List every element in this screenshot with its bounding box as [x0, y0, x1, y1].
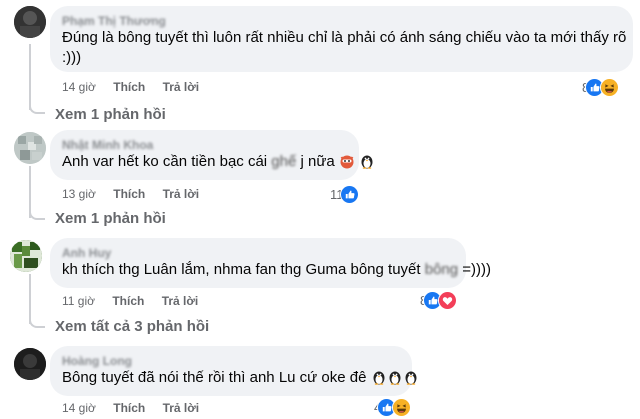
reply-button[interactable]: Trả lời	[163, 187, 200, 201]
reaction-summary[interactable]: 11	[330, 185, 359, 204]
reaction-summary[interactable]: 8	[582, 78, 620, 97]
like-button[interactable]: Thích	[113, 187, 145, 201]
comment-text-part: Anh var hết ko cần tiền bạc cái	[62, 153, 268, 170]
comment-author[interactable]: Phạm Thị Thương	[62, 14, 621, 28]
penguin-emoji-icon	[403, 369, 419, 391]
like-button[interactable]: Thích	[113, 80, 145, 94]
penguin-emoji-icon	[387, 369, 403, 391]
reply-thread-elbow	[29, 312, 45, 328]
devil-mask-emoji-icon	[339, 153, 355, 175]
comment-bubble: Hoàng Long Bông tuyết đã nói thế rồi thì…	[50, 346, 417, 396]
avatar[interactable]	[14, 6, 46, 38]
view-replies-link[interactable]: Xem tất cả 3 phản hồi	[55, 318, 209, 335]
love-reaction-icon	[438, 291, 458, 310]
reply-button[interactable]: Trả lời	[163, 401, 200, 415]
reply-button[interactable]: Trả lời	[162, 294, 199, 308]
view-replies-link[interactable]: Xem 1 phản hồi	[55, 210, 166, 227]
comment-time[interactable]: 13 giờ	[62, 187, 96, 201]
comment-author[interactable]: Hoàng Long	[62, 354, 400, 368]
reply-thread-elbow	[29, 206, 45, 220]
view-replies-link[interactable]: Xem 1 phản hồi	[55, 106, 166, 123]
comment-meta: 11 giờ Thích Trả lời	[62, 294, 212, 308]
comment-time[interactable]: 14 giờ	[62, 401, 96, 415]
comment-meta: 14 giờ Thích Trả lời	[62, 80, 213, 94]
comment-time[interactable]: 14 giờ	[62, 80, 96, 94]
comment-bubble: Nhật Minh Khoa Anh var hết ko cần tiền b…	[50, 130, 373, 180]
haha-reaction-icon	[392, 398, 412, 417]
like-reaction-icon	[339, 185, 359, 204]
comment-text: Anh var hết ko cần tiền bạc cái ghế j nữ…	[62, 152, 373, 175]
comment-meta: 14 giờ Thích Trả lời	[62, 401, 213, 415]
comment-time[interactable]: 11 giờ	[62, 294, 95, 308]
comment-text: Đúng là bông tuyết thì luôn rất nhiều ch…	[62, 29, 627, 46]
comment-text-part: =))))	[462, 261, 492, 278]
comment-meta: 13 giờ Thích Trả lời	[62, 187, 213, 201]
censored-text: bông	[424, 261, 459, 278]
reaction-summary[interactable]: 4	[374, 398, 412, 417]
penguin-emoji-icon	[371, 369, 387, 391]
reply-button[interactable]: Trả lời	[163, 80, 200, 94]
censored-text: ghế	[271, 153, 297, 170]
reaction-summary[interactable]: 8	[420, 291, 458, 310]
comment-author[interactable]: Anh Huy	[62, 246, 454, 260]
avatar[interactable]	[14, 348, 46, 380]
comment-text: Bông tuyết đã nói thế rồi thì anh Lu cứ …	[62, 368, 417, 391]
haha-reaction-icon	[600, 78, 620, 97]
avatar[interactable]	[10, 240, 42, 272]
avatar[interactable]	[14, 132, 46, 164]
comment-bubble: Anh Huy kh thích thg Luân lắm, nhma fan …	[50, 238, 491, 288]
comment-text: kh thích thg Luân lắm, nhma fan thg Guma…	[62, 260, 491, 280]
comment-text-line2: :)))	[62, 49, 82, 66]
comment-text-part: Bông tuyết đã nói thế rồi thì anh Lu cứ …	[62, 369, 367, 386]
comment-text-part: kh thích thg Luân lắm, nhma fan thg Guma…	[62, 261, 421, 278]
reply-thread-elbow	[29, 100, 45, 114]
like-button[interactable]: Thích	[113, 401, 145, 415]
comment-author[interactable]: Nhật Minh Khoa	[62, 138, 347, 152]
comment-text-part: j nữa	[300, 153, 335, 170]
like-button[interactable]: Thích	[112, 294, 144, 308]
comment-bubble: Phạm Thị Thương Đúng là bông tuyết thì l…	[50, 6, 633, 72]
penguin-emoji-icon	[359, 153, 375, 175]
